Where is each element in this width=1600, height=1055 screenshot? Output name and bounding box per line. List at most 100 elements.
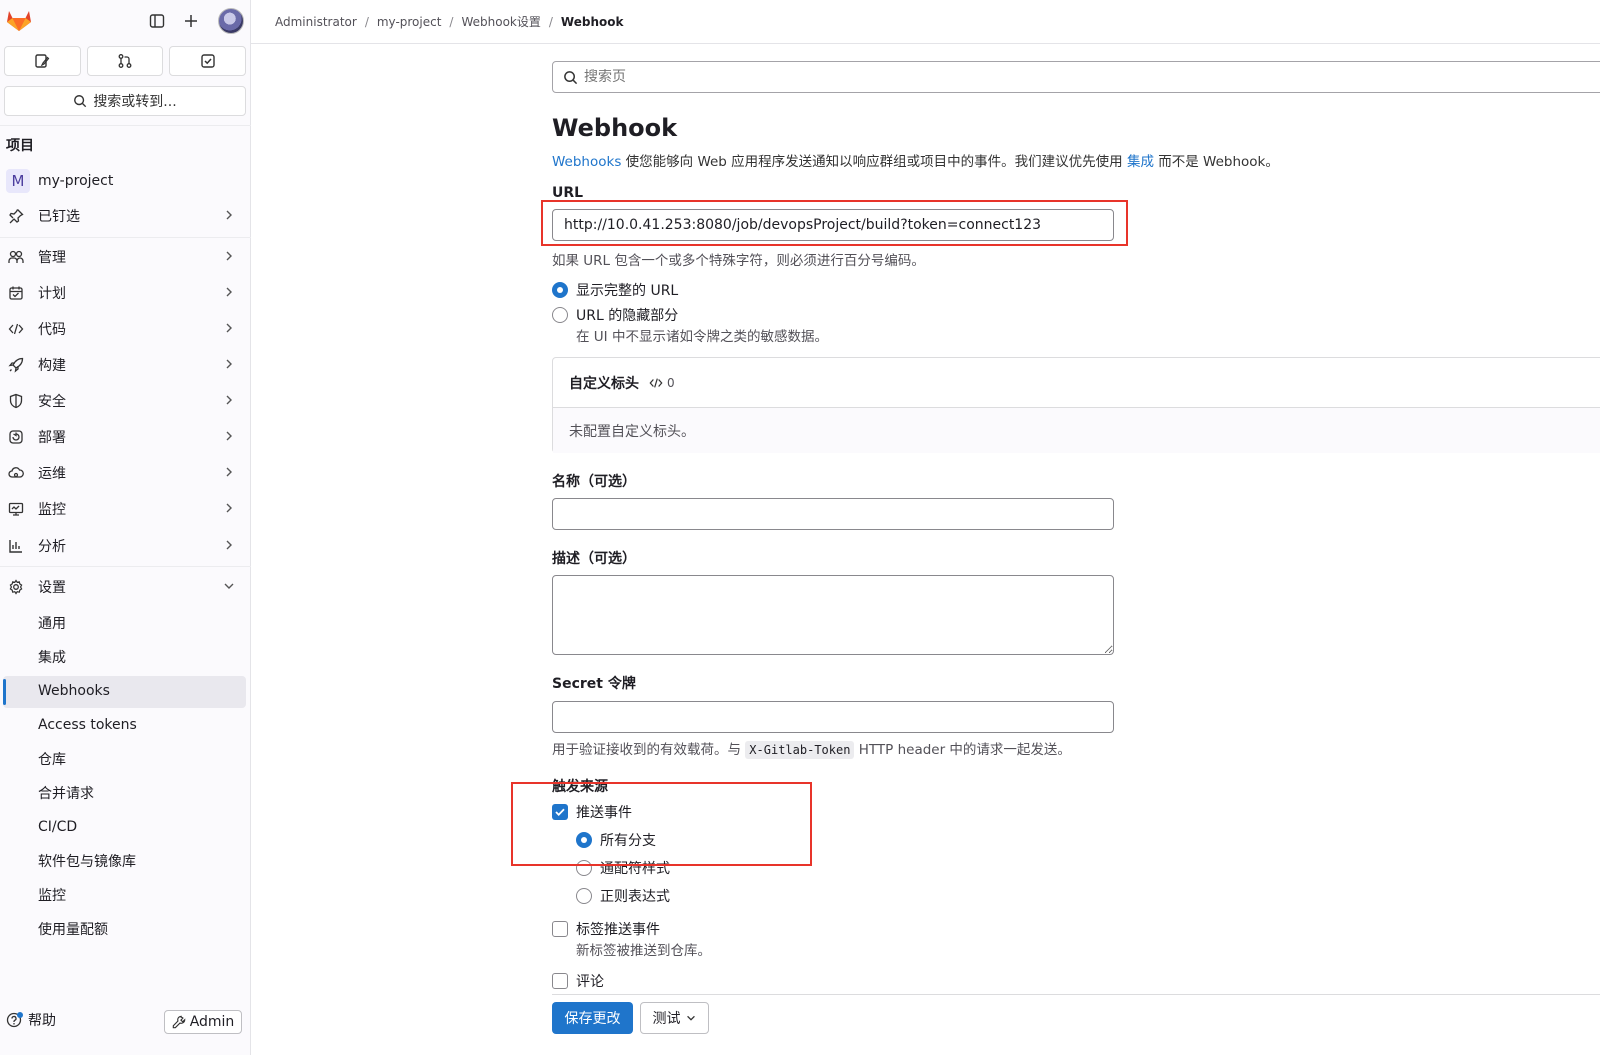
plus-icon[interactable] — [180, 10, 202, 32]
sidebar-item-settings[interactable]: 设置 — [6, 572, 246, 602]
sidebar-item-code[interactable]: 代码 — [6, 314, 246, 344]
radio-label: 通配符样式 — [600, 861, 670, 877]
sidebar-item-build[interactable]: 构建 — [6, 350, 246, 380]
monitor-icon — [6, 499, 26, 519]
breadcrumb-item[interactable]: Administrator — [275, 15, 357, 29]
sidebar-subitem-usage-quotas[interactable]: 使用量配额 — [38, 915, 108, 943]
integrations-link[interactable]: 集成 — [1127, 154, 1154, 170]
sidebar-item-operate[interactable]: 运维 — [6, 458, 246, 488]
sidebar-item-plan[interactable]: 计划 — [6, 278, 246, 308]
sidebar-item-label: 构建 — [38, 358, 66, 374]
checkbox-label: 评论 — [576, 974, 604, 990]
sidebar-item-label: 管理 — [38, 250, 66, 266]
sidebar-section-title: 项目 — [6, 138, 34, 154]
sidebar-search-label: 搜索或转到... — [93, 94, 177, 110]
help-button[interactable]: 帮助 — [6, 1010, 56, 1030]
sidebar-item-deploy[interactable]: 部署 — [6, 422, 246, 452]
radio-unchecked-indicator — [576, 888, 592, 904]
checkbox-checked-indicator — [552, 804, 568, 820]
sidebar-subitem-webhooks[interactable]: Webhooks — [38, 677, 110, 705]
footer-divider — [552, 994, 1600, 995]
header-code: X-Gitlab-Token — [745, 741, 855, 759]
name-label: 名称（可选） — [552, 474, 636, 490]
avatar[interactable] — [218, 8, 244, 34]
description-textarea[interactable] — [552, 575, 1114, 655]
merge-request-icon — [118, 54, 132, 68]
save-changes-button[interactable]: 保存更改 — [552, 1002, 633, 1034]
search-icon — [74, 95, 87, 108]
active-item-indicator — [3, 679, 6, 705]
radio-label: URL 的隐藏部分 — [576, 308, 679, 324]
users-icon — [6, 247, 26, 267]
issues-counter-button[interactable] — [4, 46, 81, 76]
url-label: URL — [552, 185, 584, 201]
sidebar-subitem-access-tokens[interactable]: Access tokens — [38, 711, 137, 739]
radio-label: 所有分支 — [600, 833, 656, 849]
breadcrumb-item[interactable]: my-project — [377, 15, 442, 29]
sidebar-item-label: 代码 — [38, 322, 66, 338]
page-search-box[interactable] — [552, 61, 1600, 93]
card-empty-state: 未配置自定义标头。 — [553, 408, 1600, 453]
breadcrumb-item[interactable]: Webhook设置 — [461, 13, 540, 30]
shield-icon — [6, 391, 26, 411]
admin-button[interactable]: Admin — [164, 1010, 242, 1034]
checkbox-comments[interactable]: 评论 — [552, 971, 604, 991]
secret-token-input[interactable] — [552, 701, 1114, 733]
radio-unchecked-indicator — [552, 307, 568, 323]
sidebar-subitem-packages[interactable]: 软件包与镜像库 — [38, 847, 136, 875]
radio-all-branches[interactable]: 所有分支 — [576, 830, 656, 850]
divider — [0, 237, 251, 238]
chevron-right-icon — [226, 359, 232, 369]
page-search-input[interactable] — [584, 69, 984, 85]
pin-icon — [6, 206, 26, 226]
sidebar-item-pinned[interactable]: 已钉选 — [6, 201, 246, 231]
checkbox-unchecked-indicator — [552, 973, 568, 989]
sidebar-subitem-integrations[interactable]: 集成 — [38, 643, 66, 671]
description-label: 描述（可选） — [552, 551, 636, 567]
project-name: my-project — [38, 173, 114, 189]
page-title: Webhook — [552, 114, 678, 142]
sidebar-toggle-icon[interactable] — [146, 10, 168, 32]
test-dropdown-button[interactable]: 测试 — [640, 1002, 709, 1034]
breadcrumb-separator: / — [548, 14, 553, 29]
sidebar-counters — [4, 46, 247, 76]
gear-icon — [6, 577, 26, 597]
merge-requests-counter-button[interactable] — [86, 46, 164, 76]
radio-checked-indicator — [576, 832, 592, 848]
radio-mask-url[interactable]: URL 的隐藏部分 — [552, 305, 678, 325]
sidebar-subitem-repository[interactable]: 仓库 — [38, 745, 66, 773]
checkbox-push-events[interactable]: 推送事件 — [552, 802, 632, 822]
sidebar-item-analyze[interactable]: 分析 — [6, 531, 246, 561]
sidebar-item-security[interactable]: 安全 — [6, 386, 246, 416]
sidebar-search-button[interactable]: 搜索或转到... — [4, 86, 246, 116]
url-help-text: 如果 URL 包含一个或多个特殊字符，则必须进行百分号编码。 — [552, 253, 925, 269]
sidebar-item-manage[interactable]: 管理 — [6, 242, 246, 272]
help-icon — [6, 1012, 23, 1028]
deploy-icon — [6, 427, 26, 447]
url-input[interactable] — [552, 209, 1114, 241]
sidebar-subitem-merge-requests[interactable]: 合并请求 — [38, 779, 94, 807]
mask-url-help: 在 UI 中不显示诸如令牌之类的敏感数据。 — [576, 329, 828, 345]
issues-icon — [35, 54, 50, 68]
radio-regex[interactable]: 正则表达式 — [576, 886, 670, 906]
chevron-right-icon — [226, 503, 232, 513]
chevron-right-icon — [226, 540, 232, 550]
webhooks-docs-link[interactable]: Webhooks — [552, 154, 621, 170]
breadcrumb-current: Webhook — [560, 14, 624, 29]
sidebar-subitem-general[interactable]: 通用 — [38, 609, 66, 637]
checkbox-tag-push-events[interactable]: 标签推送事件 — [552, 919, 660, 939]
sidebar-item-monitor[interactable]: 监控 — [6, 494, 246, 524]
name-input[interactable] — [552, 498, 1114, 530]
sidebar-subitem-cicd[interactable]: CI/CD — [38, 813, 77, 841]
radio-wildcard-pattern[interactable]: 通配符样式 — [576, 858, 670, 878]
sidebar-item-label: 已钉选 — [38, 209, 80, 225]
todos-counter-button[interactable] — [169, 46, 247, 76]
custom-headers-card: 自定义标头 0 未配置自定义标头。 — [552, 357, 1600, 453]
radio-show-full-url[interactable]: 显示完整的 URL — [552, 280, 678, 300]
chevron-right-icon — [226, 210, 232, 220]
gitlab-logo-icon[interactable] — [6, 8, 32, 32]
sidebar-project-link[interactable]: M my-project — [6, 168, 113, 194]
wrench-icon — [172, 1015, 185, 1029]
chevron-right-icon — [226, 251, 232, 261]
sidebar-subitem-monitor[interactable]: 监控 — [38, 881, 66, 909]
